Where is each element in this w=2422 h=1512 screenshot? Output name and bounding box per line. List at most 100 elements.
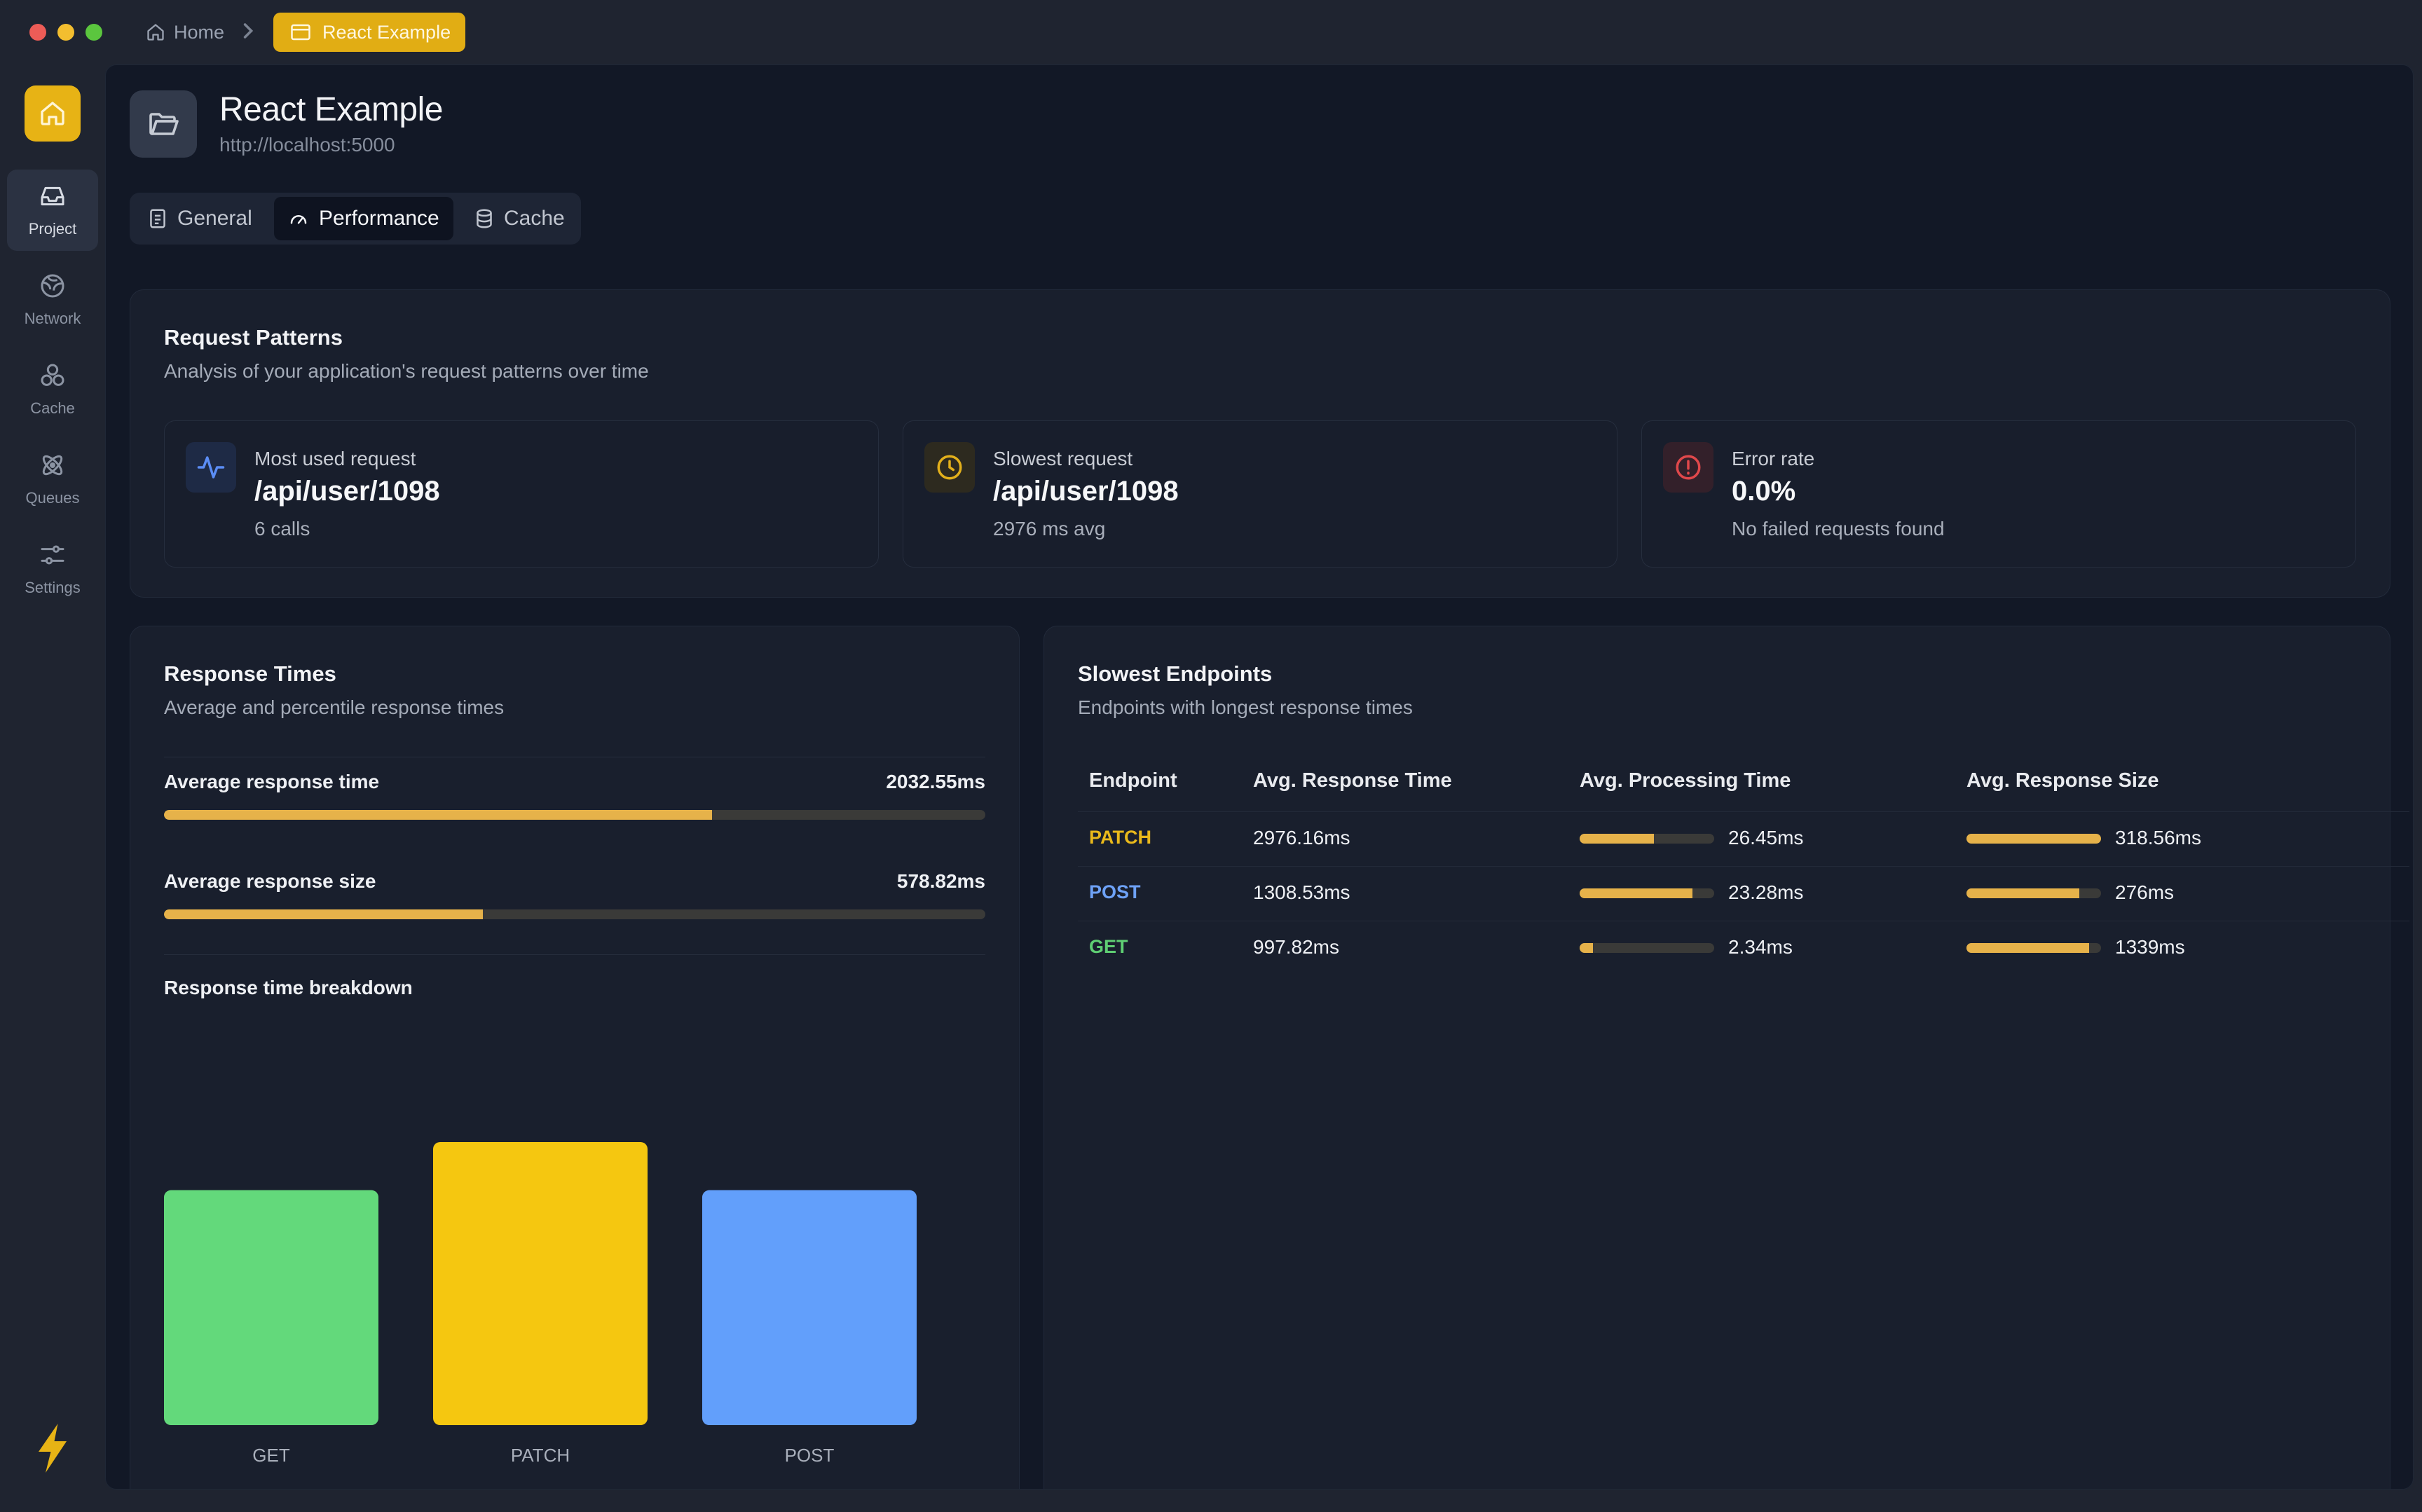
sidebar-item-label: Project xyxy=(28,220,77,238)
clock-icon xyxy=(924,442,975,493)
lightning-icon xyxy=(35,1424,70,1473)
gauge-icon xyxy=(288,208,309,229)
response-time-cell: 1308.53ms xyxy=(1253,881,1350,903)
document-icon xyxy=(148,208,167,229)
sidebar-item-network[interactable]: Network xyxy=(7,259,98,341)
column-header-response-time: Avg. Response Time xyxy=(1253,769,1452,792)
metric-value: 578.82ms xyxy=(896,870,985,892)
chart-bar-post xyxy=(702,1190,917,1425)
sidebar-item-label: Settings xyxy=(25,579,81,596)
stat-note: No failed requests found xyxy=(1732,518,1945,539)
breadcrumb-current[interactable]: React Example xyxy=(273,13,465,52)
method-badge: PATCH xyxy=(1089,827,1151,848)
chart-tick-label: GET xyxy=(252,1445,290,1466)
average-response-size-bar xyxy=(164,909,985,919)
card-subtitle: Endpoints with longest response times xyxy=(1078,696,1413,718)
breadcrumb-current-label: React Example xyxy=(322,21,451,43)
breadcrumb-home-label: Home xyxy=(174,21,225,43)
chevron-right-icon xyxy=(241,18,256,43)
tab-cache-label: Cache xyxy=(504,207,565,230)
card-subtitle: Analysis of your application's request p… xyxy=(164,360,649,382)
card-title: Request Patterns xyxy=(164,325,343,350)
maximize-window-button[interactable] xyxy=(85,24,102,41)
average-response-time-bar xyxy=(164,810,985,820)
response-time-cell: 997.82ms xyxy=(1253,936,1339,958)
bar-fill xyxy=(1580,834,1654,844)
card-subtitle: Average and percentile response times xyxy=(164,696,505,718)
divider xyxy=(164,954,985,955)
project-url: http://localhost:5000 xyxy=(219,134,395,156)
processing-time-cell: 26.45ms xyxy=(1728,827,1804,848)
bar-fill xyxy=(1580,943,1594,953)
processing-time-cell: 2.34ms xyxy=(1728,936,1793,958)
bar-fill xyxy=(164,810,712,820)
sidebar-item-project[interactable]: Project xyxy=(7,170,98,251)
tab-bar: General Performance Cache xyxy=(130,193,581,245)
stat-note: 2976 ms avg xyxy=(993,518,1106,539)
processing-time-bar xyxy=(1580,888,1714,898)
sidebar: Project Network Cache Queues Settings xyxy=(0,64,105,1512)
metric-value: 2032.55ms xyxy=(886,771,985,792)
inbox-icon xyxy=(39,182,67,210)
column-header-endpoint: Endpoint xyxy=(1089,769,1177,792)
request-patterns-card: Request Patterns Analysis of your applic… xyxy=(130,289,2390,598)
sidebar-item-label: Cache xyxy=(30,399,75,417)
stat-error-rate: Error rate 0.0% No failed requests found xyxy=(1641,420,2356,568)
boxes-icon xyxy=(39,362,67,390)
bar-fill xyxy=(1966,943,2089,953)
sidebar-item-settings[interactable]: Settings xyxy=(7,528,98,610)
bar-fill xyxy=(1966,834,2101,844)
globe-icon xyxy=(39,272,67,300)
processing-time-bar xyxy=(1580,834,1714,844)
atom-icon xyxy=(39,451,67,479)
card-title: Slowest Endpoints xyxy=(1078,661,1273,686)
processing-time-bar xyxy=(1580,943,1714,953)
sliders-icon xyxy=(39,541,67,569)
tab-general[interactable]: General xyxy=(134,197,266,240)
method-badge: GET xyxy=(1089,936,1128,957)
database-icon xyxy=(474,208,494,229)
response-times-card: Response Times Average and percentile re… xyxy=(130,626,1020,1489)
stat-value: /api/user/1098 xyxy=(993,476,1179,507)
window-titlebar: Home React Example xyxy=(0,0,2422,64)
metric-label: Average response time xyxy=(164,771,380,792)
sidebar-item-label: Queues xyxy=(25,489,80,507)
stat-label: Most used request xyxy=(254,448,416,469)
tab-general-label: General xyxy=(177,207,252,230)
breadcrumb-home[interactable]: Home xyxy=(146,17,224,48)
stat-most-used-request: Most used request /api/user/1098 6 calls xyxy=(164,420,879,568)
home-icon xyxy=(146,22,165,42)
bar-fill xyxy=(1580,888,1693,898)
project-folder-icon xyxy=(130,90,197,158)
column-header-processing-time: Avg. Processing Time xyxy=(1580,769,1791,792)
bar-fill xyxy=(164,909,483,919)
window-icon xyxy=(290,23,311,41)
processing-time-cell: 23.28ms xyxy=(1728,881,1804,903)
stat-label: Slowest request xyxy=(993,448,1133,469)
close-window-button[interactable] xyxy=(29,24,46,41)
home-icon xyxy=(41,102,64,125)
response-time-cell: 2976.16ms xyxy=(1253,827,1350,848)
response-size-cell: 276ms xyxy=(2115,881,2175,903)
response-size-cell: 1339ms xyxy=(2115,936,2185,958)
alert-circle-icon xyxy=(1663,442,1713,493)
chart-tick-label: PATCH xyxy=(511,1445,570,1466)
metric-label: Average response size xyxy=(164,870,376,892)
row-divider xyxy=(1078,811,2409,812)
sidebar-item-queues[interactable]: Queues xyxy=(7,439,98,520)
chart-bar-get xyxy=(164,1190,378,1425)
home-button[interactable] xyxy=(25,85,81,142)
chart-tick-label: POST xyxy=(785,1445,835,1466)
stat-label: Error rate xyxy=(1732,448,1815,469)
response-size-bar xyxy=(1966,888,2101,898)
method-badge: POST xyxy=(1089,881,1141,902)
stat-note: 6 calls xyxy=(254,518,310,539)
card-title: Response Times xyxy=(164,661,336,686)
sidebar-item-label: Network xyxy=(24,310,81,327)
minimize-window-button[interactable] xyxy=(57,24,74,41)
response-size-cell: 318.56ms xyxy=(2115,827,2201,848)
activity-icon xyxy=(186,442,236,493)
tab-performance[interactable]: Performance xyxy=(274,197,453,240)
tab-cache[interactable]: Cache xyxy=(460,197,579,240)
sidebar-item-cache[interactable]: Cache xyxy=(7,349,98,430)
